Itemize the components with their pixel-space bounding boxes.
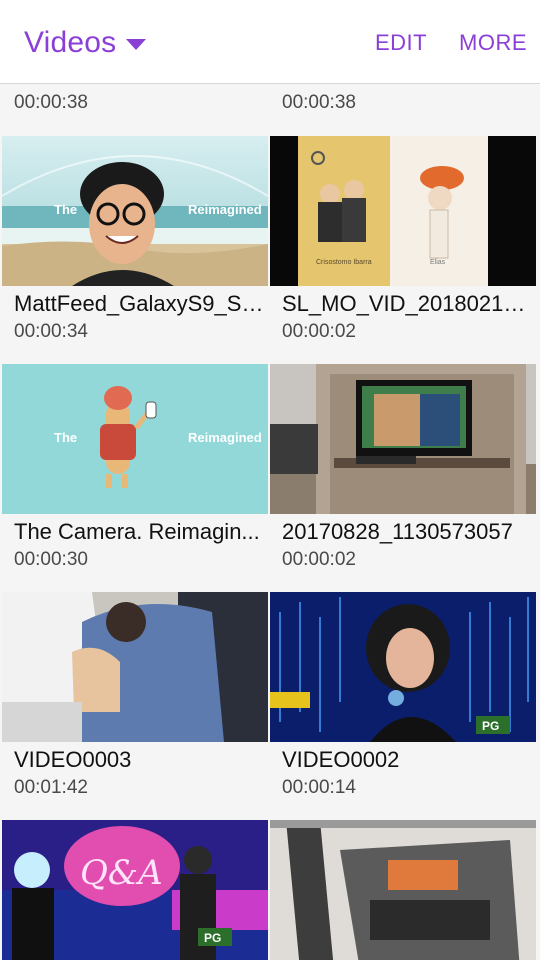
video-thumbnail[interactable]	[270, 364, 536, 514]
beach-selfie-thumbnail: The Reimagined	[2, 136, 268, 286]
video-grid: 00:00:38 00:00:38 The Reimagined MattFee…	[0, 84, 540, 960]
album-selector[interactable]: Videos	[24, 24, 147, 62]
app-bar: Videos EDIT MORE	[0, 0, 540, 84]
video-duration: 00:00:30	[14, 549, 88, 570]
blurry-scene-thumbnail	[270, 820, 536, 960]
video-duration: 00:00:38	[282, 92, 356, 113]
stage-show-thumbnail: Q&A PG	[2, 820, 268, 960]
tv-show-thumbnail: PG	[270, 592, 536, 742]
thumb-text-right: Reimagined	[188, 430, 262, 445]
video-name: VIDEO0002	[282, 747, 400, 772]
video-name: The Camera. Reimagin...	[14, 519, 260, 544]
page-title: Videos	[24, 26, 117, 59]
video-thumbnail[interactable]	[2, 592, 268, 742]
more-button[interactable]: MORE	[459, 30, 527, 56]
thumb-badge: PG	[482, 719, 499, 733]
video-thumbnail[interactable]: PG	[270, 592, 536, 742]
thumb-caption-right: Elias	[430, 259, 446, 266]
thumb-text-right: Reimagined	[188, 202, 262, 217]
video-thumbnail[interactable]	[270, 820, 536, 960]
video-name: VIDEO0003	[14, 747, 132, 772]
thumb-text-left: The	[54, 202, 77, 217]
video-name: SL_MO_VID_20180213...	[282, 291, 532, 316]
illustration-thumbnail: Crisostomo Ibarra Elias	[270, 136, 536, 286]
video-duration: 00:00:34	[14, 321, 88, 342]
video-duration: 00:00:38	[14, 92, 88, 113]
cartoon-thumbnail: The Reimagined	[2, 364, 268, 514]
dropdown-caret-icon	[126, 38, 147, 50]
video-thumbnail[interactable]: The Reimagined	[2, 136, 268, 286]
video-duration: 00:00:02	[282, 321, 356, 342]
video-name: 20170828_1130573057	[282, 519, 513, 544]
video-thumbnail[interactable]: Crisostomo Ibarra Elias	[270, 136, 536, 286]
people-thumbnail	[2, 592, 268, 742]
tv-room-thumbnail	[270, 364, 536, 514]
video-thumbnail[interactable]: Q&A PG	[2, 820, 268, 960]
thumb-text-left: The	[54, 430, 77, 445]
thumb-badge: PG	[204, 931, 221, 945]
video-duration: 00:00:02	[282, 549, 356, 570]
thumb-caption-left: Crisostomo Ibarra	[316, 259, 372, 266]
video-duration: 00:00:14	[282, 777, 356, 798]
video-thumbnail[interactable]: The Reimagined	[2, 364, 268, 514]
edit-button[interactable]: EDIT	[375, 30, 427, 56]
video-name: MattFeed_GalaxyS9_SA...	[14, 291, 264, 316]
svg-text:Q&A: Q&A	[80, 853, 163, 893]
video-duration: 00:01:42	[14, 777, 88, 798]
